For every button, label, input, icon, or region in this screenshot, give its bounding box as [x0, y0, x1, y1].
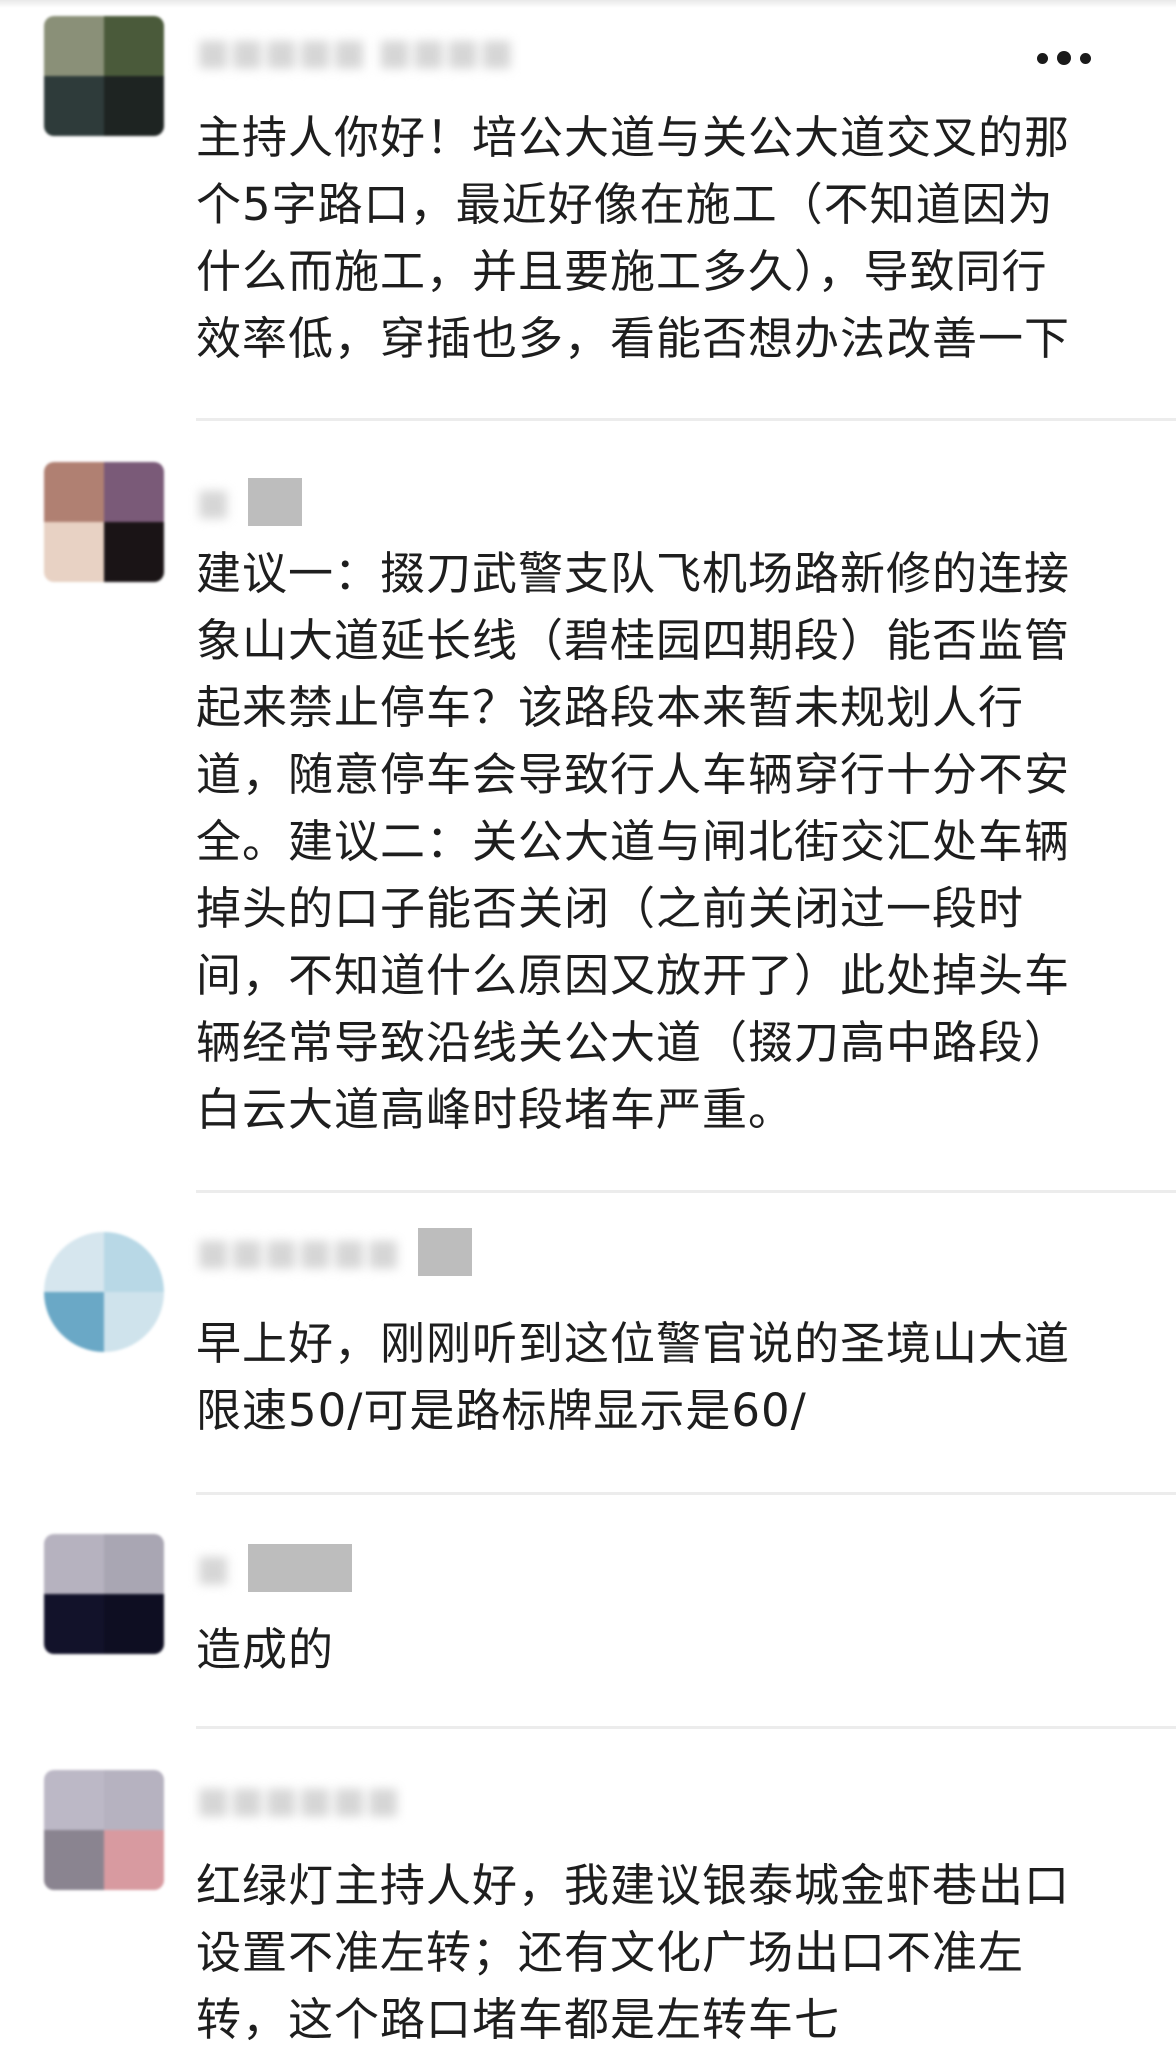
username-blurred: ■■■■■■	[196, 1779, 401, 1821]
username[interactable]: ■	[196, 478, 303, 526]
avatar[interactable]	[44, 462, 164, 582]
comment-text: 早上好，刚刚听到这位警官说的圣境山大道 限速50/可是路标牌显示是60/	[196, 1317, 1071, 1437]
username-blurred: ■■■■■■	[196, 1231, 401, 1273]
username-blurred: ■	[196, 481, 231, 523]
username[interactable]: ■■■■■ ■■■■	[196, 28, 514, 76]
comment-text: 红绿灯主持人好，我建议银泰城金虾巷出口 设置不准左转；还有文化广场出口不准左 转…	[196, 1859, 1071, 2046]
username[interactable]: ■■■■■■	[196, 1228, 473, 1276]
divider	[196, 418, 1176, 421]
username[interactable]: ■	[196, 1544, 353, 1592]
avatar[interactable]	[44, 1534, 164, 1654]
username-blurred: ■	[196, 1547, 231, 1589]
comment-feed: ■■■■■ ■■■■ 主持人你好！培公大道与关公大道交叉的那 个5字路口，最近好…	[0, 0, 1176, 2072]
more-button[interactable]	[1024, 40, 1104, 76]
more-dots-icon	[1037, 52, 1048, 64]
username-blurred: ■■■■■ ■■■■	[196, 31, 514, 73]
divider	[196, 1726, 1176, 1729]
divider	[196, 1492, 1176, 1495]
divider	[196, 1190, 1176, 1193]
username[interactable]: ■■■■■■	[196, 1776, 400, 1824]
username-mosaic	[248, 1544, 353, 1592]
avatar[interactable]	[44, 16, 164, 136]
top-edge-shadow	[0, 0, 1176, 8]
avatar[interactable]	[44, 1232, 164, 1352]
comment-text: 建议一：掇刀武警支队飞机场路新修的连接 象山大道延长线（碧桂园四期段）能否监管 …	[196, 547, 1071, 1136]
comment-text: 主持人你好！培公大道与关公大道交叉的那 个5字路口，最近好像在施工（不知道因为 …	[196, 111, 1071, 365]
comment-text: 造成的	[196, 1623, 335, 1676]
avatar[interactable]	[44, 1770, 164, 1890]
username-mosaic	[248, 478, 303, 526]
username-mosaic	[418, 1228, 473, 1276]
